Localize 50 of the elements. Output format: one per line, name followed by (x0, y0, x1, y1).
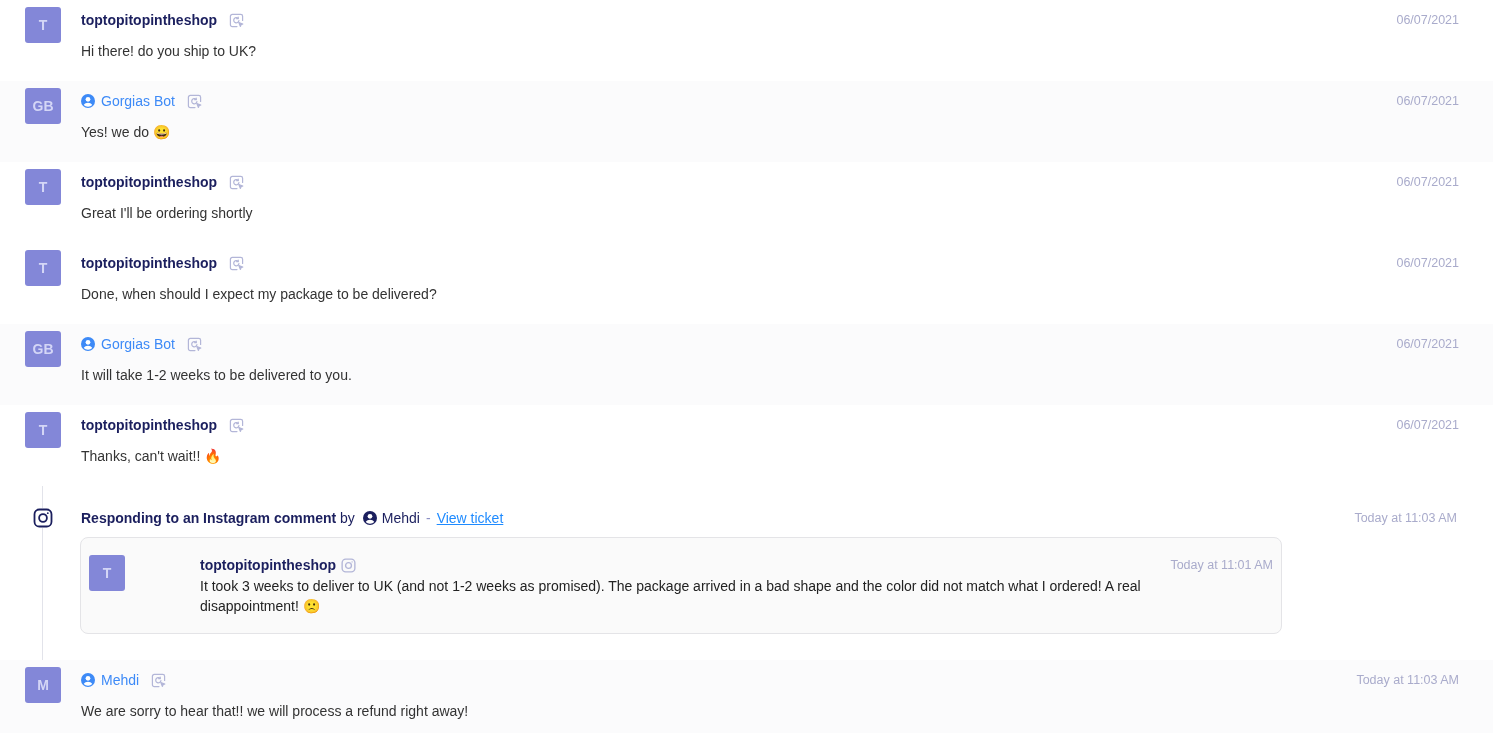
avatar: T (89, 555, 125, 591)
avatar: T (25, 412, 61, 448)
user-icon (362, 511, 377, 525)
message-date: 06/07/2021 (1396, 418, 1459, 432)
message-text: We are sorry to hear that!! we will process a refund right away! (81, 702, 469, 721)
view-ticket-link[interactable]: View ticket (436, 510, 504, 526)
comment-text: It took 3 weeks to deliver to UK (and not 1-2 weeks as promised). The package arrived in a bad shape and the color did not match what I ordered! A real disappointment! 🙁 (200, 577, 1142, 616)
avatar: GB (25, 88, 61, 124)
refresh-icon (229, 174, 245, 190)
message-date: 06/07/2021 (1396, 94, 1459, 108)
message-text: Great I'll be ordering shortly (81, 204, 253, 223)
avatar: T (25, 169, 61, 205)
refresh-icon (186, 336, 202, 352)
message-text: Thanks, can't wait!! 🔥 (81, 447, 222, 466)
message-date: 06/07/2021 (1396, 256, 1459, 270)
refresh-icon (186, 93, 202, 109)
sender-name: toptopitopintheshop (200, 557, 337, 573)
message-text: Done, when should I expect my package to be delivered? (81, 285, 437, 304)
refresh-icon (229, 255, 245, 271)
sender-name: Gorgias Bot (101, 93, 175, 109)
user-icon (81, 673, 95, 687)
dash-separator: - (425, 510, 431, 526)
instagram-icon (33, 508, 53, 528)
refresh-icon (229, 12, 245, 28)
message-date: Today at 11:03 AM (1356, 673, 1459, 687)
instagram-icon (341, 557, 357, 573)
comment-date: Today at 11:01 AM (1170, 558, 1273, 572)
message-text: It will take 1-2 weeks to be delivered to you. (81, 366, 352, 385)
event-text: Responding to an Instagram comment by (81, 510, 355, 526)
message-date: 06/07/2021 (1396, 13, 1459, 27)
avatar: M (25, 667, 61, 703)
message-date: 06/07/2021 (1396, 175, 1459, 189)
user-icon (81, 337, 95, 351)
message-text: Yes! we do 😀 (81, 123, 170, 142)
user-icon (81, 94, 95, 108)
message-text: Hi there! do you ship to UK? (81, 42, 257, 61)
avatar: GB (25, 331, 61, 367)
sender-name: toptopitopintheshop (81, 174, 218, 190)
refresh-icon (229, 417, 245, 433)
sender-name: toptopitopintheshop (81, 12, 218, 28)
sender-name: Mehdi (101, 672, 140, 688)
sender-name: toptopitopintheshop (81, 255, 218, 271)
sender-name: toptopitopintheshop (81, 417, 218, 433)
sender-name: Gorgias Bot (101, 336, 175, 352)
avatar: T (25, 250, 61, 286)
avatar: T (25, 7, 61, 43)
refresh-icon (151, 672, 167, 688)
message-date: 06/07/2021 (1396, 337, 1459, 351)
agent-name: Mehdi (381, 510, 420, 526)
event-date: Today at 11:03 AM (1354, 511, 1457, 525)
